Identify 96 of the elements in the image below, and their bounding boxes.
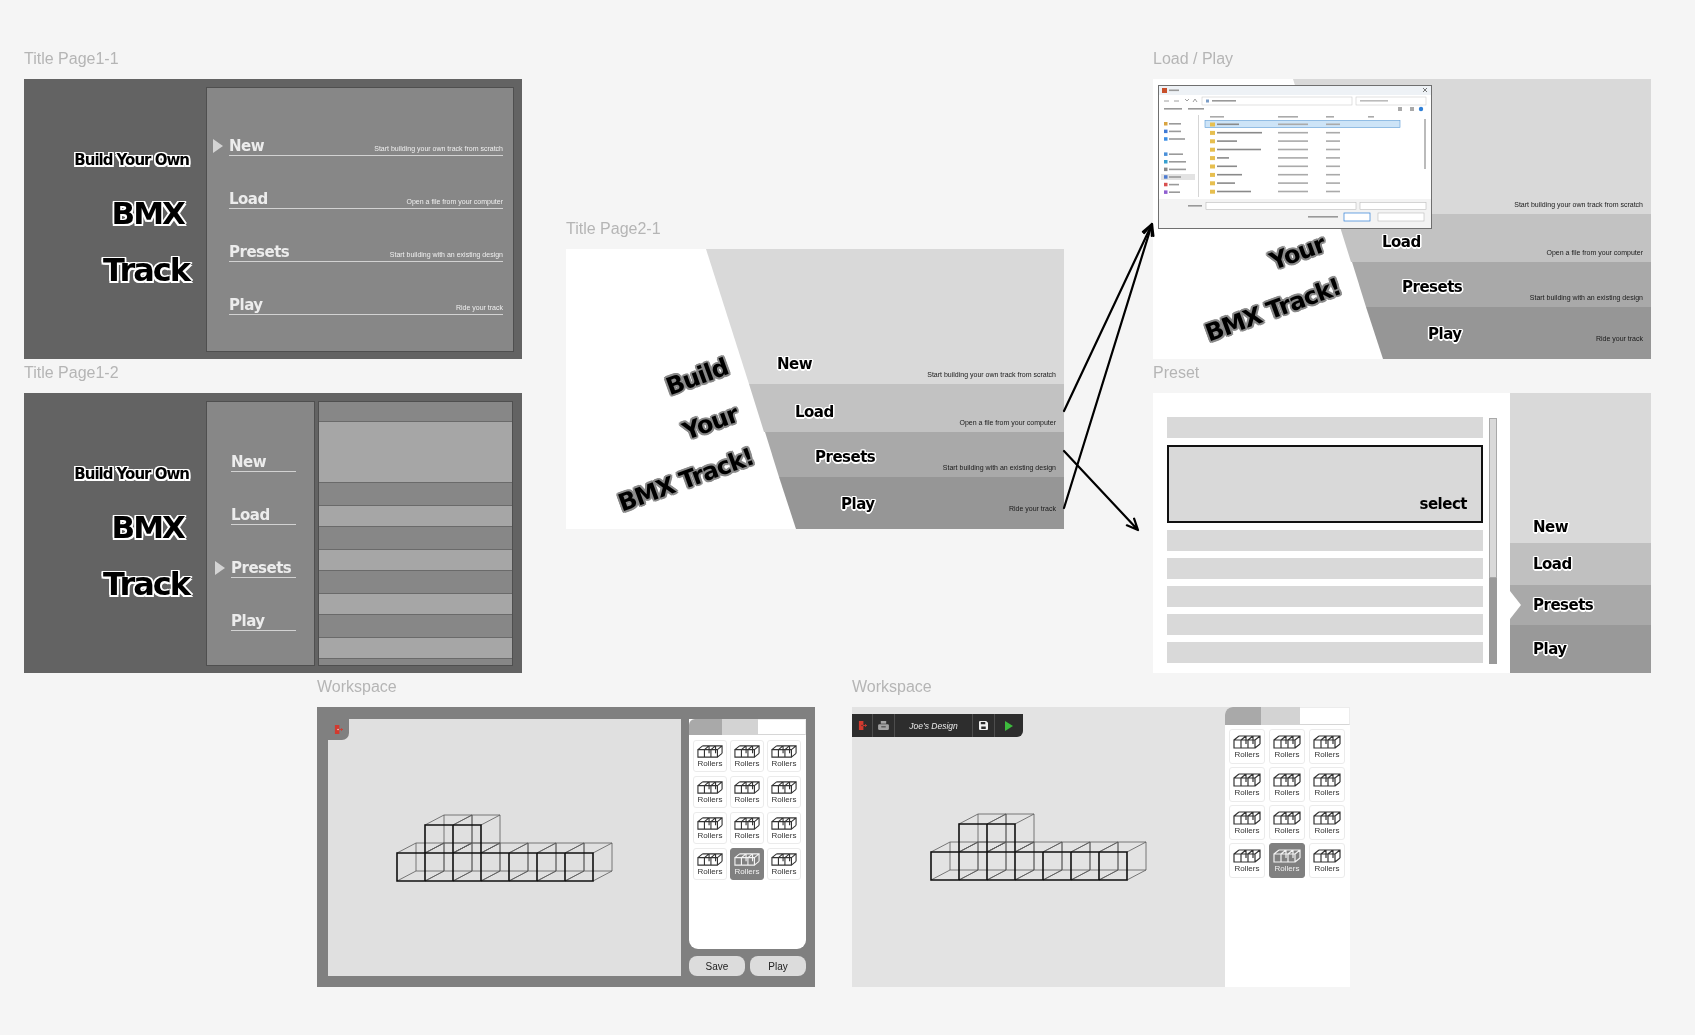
menu-item[interactable]: Play <box>1510 625 1651 673</box>
preset-slot[interactable] <box>319 421 512 483</box>
play-icon[interactable] <box>1005 720 1013 731</box>
palette-item[interactable]: Rollers <box>767 848 801 880</box>
title-text: BMX <box>111 509 184 545</box>
frame-label: Workspace <box>317 677 397 697</box>
palette-item[interactable]: Rollers <box>693 740 727 772</box>
rollers-icon <box>1273 772 1301 787</box>
palette-item[interactable]: Rollers <box>767 776 801 808</box>
palette-item[interactable]: Rollers <box>1229 843 1265 878</box>
play-button[interactable]: Play <box>750 956 806 976</box>
palette-item[interactable]: Rollers <box>693 812 727 844</box>
title-text: Track <box>103 565 189 603</box>
rollers-icon <box>1233 848 1261 863</box>
title-text: Build Your Own <box>74 464 189 484</box>
palette-item[interactable]: Rollers <box>1309 843 1345 878</box>
menu-label: Presets <box>1402 278 1463 296</box>
palette-item[interactable]: Rollers <box>1269 843 1305 878</box>
palette-item[interactable]: Rollers <box>1269 805 1305 840</box>
rollers-icon <box>697 744 723 758</box>
frame-label: Workspace <box>852 677 932 697</box>
palette-item[interactable]: Rollers <box>1269 729 1305 764</box>
rollers-icon <box>1313 848 1341 863</box>
frame-label: Title Page1-2 <box>24 363 119 383</box>
rollers-icon <box>771 780 797 794</box>
design-title[interactable]: Joe’s Design <box>909 720 958 731</box>
rollers-icon <box>734 816 760 830</box>
menu-item[interactable]: Presets <box>1510 585 1651 625</box>
title-text: BMX <box>111 195 184 231</box>
menu-item[interactable]: Load <box>1510 543 1651 585</box>
palette-item[interactable]: Rollers <box>1269 767 1305 802</box>
frame-label: Title Page2-1 <box>566 219 661 239</box>
rollers-icon <box>1313 734 1341 749</box>
palette-tab[interactable] <box>1300 707 1350 725</box>
frame-label: Title Page1-1 <box>24 49 119 69</box>
menu-label: Load <box>1382 233 1421 251</box>
rollers-icon <box>1273 734 1301 749</box>
palette-item[interactable]: Rollers <box>767 740 801 772</box>
palette-item[interactable]: Rollers <box>767 812 801 844</box>
selection-notch-icon <box>1510 591 1521 619</box>
palette-item[interactable]: Rollers <box>730 848 764 880</box>
selection-triangle-icon <box>215 561 225 575</box>
rollers-icon <box>1313 772 1341 787</box>
title-text: Track <box>103 251 189 289</box>
rollers-icon <box>734 744 760 758</box>
rollers-icon <box>1233 772 1261 787</box>
palette-tab[interactable] <box>1225 707 1261 725</box>
menu-item[interactable]: New <box>1510 393 1651 543</box>
menu-label: Play <box>1428 325 1462 343</box>
rollers-icon <box>1273 848 1301 863</box>
menu-label: New <box>777 355 813 373</box>
menu-label: Play <box>841 495 875 513</box>
palette-item[interactable]: Rollers <box>1309 805 1345 840</box>
palette-tab[interactable] <box>689 719 722 735</box>
palette-item[interactable]: Rollers <box>1309 729 1345 764</box>
exit-icon[interactable] <box>857 720 867 731</box>
title-text: Build Your Own <box>74 150 189 170</box>
exit-icon <box>334 724 343 735</box>
menu-label: Load <box>795 403 834 421</box>
palette-item[interactable]: Rollers <box>730 812 764 844</box>
palette-item[interactable]: Rollers <box>730 740 764 772</box>
menu-label: Presets <box>815 448 876 466</box>
palette-tab[interactable] <box>758 719 806 735</box>
palette-item[interactable]: Rollers <box>1229 805 1265 840</box>
rollers-icon <box>1313 810 1341 825</box>
rollers-icon <box>734 780 760 794</box>
palette-item[interactable]: Rollers <box>1229 767 1265 802</box>
preset-slot[interactable] <box>319 505 512 527</box>
rollers-icon <box>1233 810 1261 825</box>
frame-label: Load / Play <box>1153 49 1234 69</box>
save-button[interactable]: Save <box>689 956 745 976</box>
track-wireframe[interactable] <box>929 812 1148 882</box>
preset-slot[interactable] <box>319 593 512 615</box>
preset-slot[interactable]: select <box>1167 445 1483 523</box>
printer-icon[interactable] <box>878 721 889 730</box>
rollers-icon <box>1273 810 1301 825</box>
palette-item[interactable]: Rollers <box>693 776 727 808</box>
palette-item[interactable]: Rollers <box>1229 729 1265 764</box>
palette-item[interactable]: Rollers <box>693 848 727 880</box>
preset-slot[interactable] <box>319 637 512 659</box>
rollers-icon <box>734 852 760 866</box>
rollers-icon <box>697 780 723 794</box>
frame-label: Preset <box>1153 363 1200 383</box>
rollers-icon <box>697 816 723 830</box>
rollers-icon <box>771 744 797 758</box>
palette-item[interactable]: Rollers <box>1309 767 1345 802</box>
preset-slot[interactable] <box>319 549 512 571</box>
palette-item[interactable]: Rollers <box>730 776 764 808</box>
rollers-icon <box>697 852 723 866</box>
save-icon[interactable] <box>979 721 988 730</box>
rollers-icon <box>771 816 797 830</box>
scrollbar[interactable] <box>1489 418 1497 664</box>
rollers-icon <box>1233 734 1261 749</box>
track-wireframe[interactable] <box>395 812 614 883</box>
rollers-icon <box>771 852 797 866</box>
selection-triangle-icon <box>213 139 223 153</box>
